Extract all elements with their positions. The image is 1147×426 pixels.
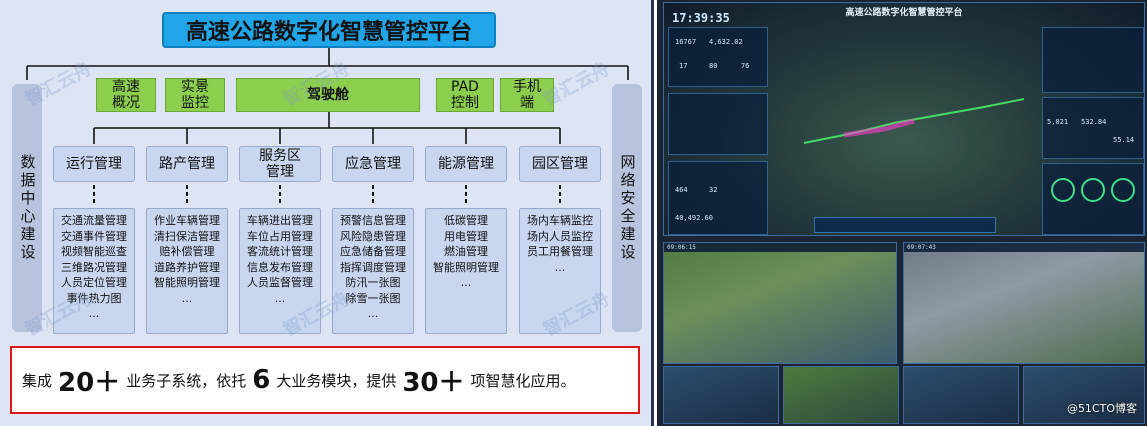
cockpit-dashboard-screenshot: 高速公路数字化智慧管控平台 17:39:35 16767 4,632.02 17… — [663, 2, 1145, 236]
list-item: 三维路况管理 — [61, 260, 127, 274]
road-asset-items: 作业车辆管理 清扫保洁管理 赔补偿管理 道路养护管理 智能照明管理 ... — [146, 208, 228, 334]
park-items: 场内车辆监控 场内人员监控 员工用餐管理 ... — [519, 208, 601, 334]
summary-box: 集成 20＋ 业务子系统，依托 6 大业务模块，提供 30＋ 项智慧化应用。 — [10, 346, 640, 414]
emergency-items: 预警信息管理 风险隐患管理 应急储备管理 指挥调度管理 防汛一张图 除雪一张图 … — [332, 208, 414, 334]
bottom-nav-bar — [814, 217, 996, 233]
list-item: 智能照明管理 — [433, 260, 499, 274]
mobile-box: 手机 端 — [500, 78, 554, 112]
list-item: 除雪一张图 — [345, 291, 401, 305]
dashed-connector — [93, 185, 95, 205]
summary-text: 项智慧化应用。 — [470, 371, 576, 390]
list-item: 交通事件管理 — [61, 229, 127, 243]
dashboard-thumbnail — [783, 366, 899, 424]
dashed-connector — [372, 185, 374, 205]
list-item: 智能照明管理 — [154, 276, 220, 289]
list-item: 指挥调度管理 — [340, 260, 406, 274]
list-item: 清扫保洁管理 — [154, 229, 220, 243]
dashboard-thumbnail — [663, 366, 779, 424]
list-item: 燃油管理 — [444, 245, 488, 258]
list-item: 人员监督管理 — [247, 276, 313, 289]
summary-number: 20＋ — [58, 367, 121, 398]
parking-lot-3d-screenshot: 09:07:43 — [903, 242, 1145, 364]
mini-header: 09:07:43 — [904, 243, 1144, 252]
list-item: 人员定位管理 — [61, 276, 127, 289]
source-credit: @51CTO博客 — [1066, 402, 1137, 415]
dashed-connector — [186, 185, 188, 205]
cockpit-box: 驾驶舱 — [236, 78, 420, 112]
list-item: 员工用餐管理 — [527, 245, 593, 258]
summary-text: 集成 — [22, 371, 53, 390]
summary-text: 业务子系统，依托 — [126, 371, 247, 390]
module-operation: 运行管理 — [53, 146, 135, 182]
summary-text: 大业务模块，提供 — [276, 371, 397, 390]
summary-number: 30＋ — [402, 367, 465, 398]
list-item: 客流统计管理 — [247, 245, 313, 258]
service-area-3d-screenshot: 09:06:15 — [663, 242, 897, 364]
list-item: 信息发布管理 — [247, 260, 313, 274]
highway-route-overlay — [803, 98, 1025, 144]
pad-control-box: PAD 控制 — [436, 78, 494, 112]
mini-clock: 09:06:15 — [667, 244, 696, 251]
list-item: ... — [367, 307, 379, 320]
module-park: 园区管理 — [519, 146, 601, 182]
dashboard-thumbnail — [903, 366, 1019, 424]
list-item: 应急储备管理 — [340, 245, 406, 258]
energy-items: 低碳管理 用电管理 燃油管理 智能照明管理 ... — [425, 208, 507, 334]
dashed-connector — [465, 185, 467, 205]
list-item: 交通流量管理 — [61, 214, 127, 227]
list-item: ... — [460, 276, 472, 289]
module-emergency: 应急管理 — [332, 146, 414, 182]
list-item: 场内车辆监控 — [527, 214, 593, 227]
list-item: 低碳管理 — [444, 214, 488, 227]
data-center-column: 数据中心建设 — [12, 84, 42, 332]
list-item: 防汛一张图 — [345, 276, 401, 289]
network-security-column: 网络安全建设 — [612, 84, 642, 332]
network-security-label: 网络安全建设 — [618, 154, 637, 262]
operation-items: 交通流量管理 交通事件管理 视频智能巡查 三维路况管理 人员定位管理 事件热力图… — [53, 208, 135, 334]
data-center-label: 数据中心建设 — [18, 154, 37, 262]
dashed-connector — [279, 185, 281, 205]
mini-header: 09:06:15 — [664, 243, 896, 252]
highway-overview-box: 高速 概况 — [96, 78, 156, 112]
summary-number: 6 — [252, 365, 271, 395]
module-road-asset: 路产管理 — [146, 146, 228, 182]
list-item: 车位占用管理 — [247, 229, 313, 243]
dashed-connector — [559, 185, 561, 205]
list-item: 用电管理 — [444, 229, 488, 243]
list-item: 风险隐患管理 — [340, 229, 406, 243]
list-item: 场内人员监控 — [527, 229, 593, 243]
list-item: ... — [554, 260, 566, 274]
list-item: 事件热力图 — [66, 291, 122, 305]
list-item: 道路养护管理 — [154, 260, 220, 274]
module-energy: 能源管理 — [425, 146, 507, 182]
list-item: ... — [181, 291, 193, 305]
live-monitor-box: 实景 监控 — [165, 78, 225, 112]
list-item: 预警信息管理 — [340, 214, 406, 227]
list-item: 视频智能巡查 — [61, 245, 127, 258]
module-service-area: 服务区 管理 — [239, 146, 321, 182]
service-area-items: 车辆进出管理 车位占用管理 客流统计管理 信息发布管理 人员监督管理 ... — [239, 208, 321, 334]
list-item: ... — [88, 307, 100, 320]
mini-clock: 09:07:43 — [907, 244, 936, 251]
list-item: 作业车辆管理 — [154, 214, 220, 227]
list-item: 赔补偿管理 — [159, 245, 215, 258]
list-item: 车辆进出管理 — [247, 214, 313, 227]
list-item: ... — [274, 291, 286, 305]
